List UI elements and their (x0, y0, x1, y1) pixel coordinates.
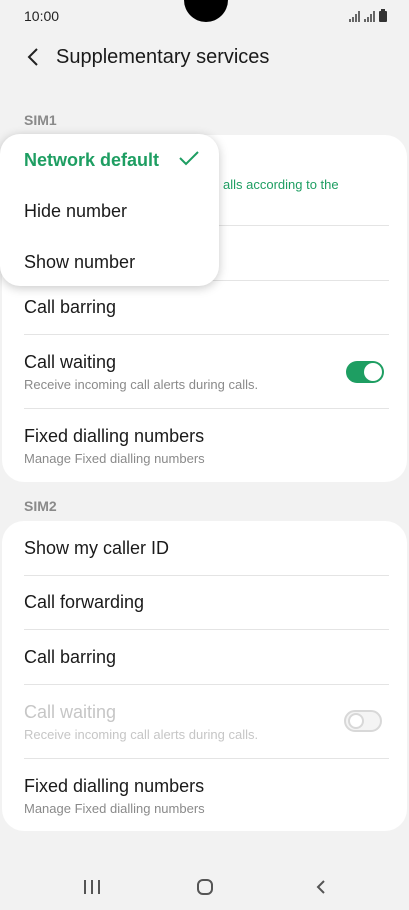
sim2-call-barring-label: Call barring (24, 647, 117, 667)
page-title: Supplementary services (56, 46, 270, 68)
sim1-fixed-dialling-item[interactable]: Fixed dialling numbers Manage Fixed dial… (24, 426, 383, 466)
divider (24, 684, 389, 685)
sim1-call-barring-label: Call barring (24, 297, 117, 317)
battery-icon (379, 9, 387, 22)
sim1-caller-id-subtitle-fragment: alls according to the (223, 177, 339, 192)
sim2-fixed-dialling-subtitle: Manage Fixed dialling numbers (24, 801, 205, 816)
caller-id-popup-menu: Network default Hide number Show number (0, 134, 219, 286)
toggle-knob (364, 363, 382, 381)
navigation-bar (0, 860, 409, 910)
sim2-call-waiting-item[interactable]: Call waiting Receive incoming call alert… (24, 702, 383, 742)
sim2-show-caller-id-label: Show my caller ID (24, 538, 170, 558)
sim2-section-label: SIM2 (24, 498, 57, 514)
divider (24, 575, 389, 576)
sim2-call-waiting-toggle[interactable] (344, 710, 382, 732)
sim2-call-barring-item[interactable]: Call barring (24, 647, 383, 668)
sim2-call-forwarding-label: Call forwarding (24, 592, 145, 612)
recent-apps-icon (84, 880, 100, 894)
home-icon (197, 879, 213, 895)
sim1-call-waiting-subtitle: Receive incoming call alerts during call… (24, 377, 259, 392)
divider (24, 758, 389, 759)
sim2-card: Show my caller ID Call forwarding Call b… (2, 521, 407, 831)
sim2-call-forwarding-item[interactable]: Call forwarding (24, 592, 383, 613)
option-show-number[interactable]: Show number (24, 252, 135, 273)
sim1-section-label: SIM1 (24, 112, 57, 128)
app-header: Supplementary services (0, 36, 409, 80)
camera-notch (184, 0, 228, 22)
status-icons (349, 9, 387, 22)
signal-sim2-icon (364, 11, 375, 22)
sim1-fixed-dialling-subtitle: Manage Fixed dialling numbers (24, 451, 205, 466)
divider (24, 629, 389, 630)
sim2-show-caller-id-item[interactable]: Show my caller ID (24, 538, 383, 559)
sim1-call-waiting-label: Call waiting (24, 352, 117, 372)
status-bar: 10:00 (0, 0, 409, 30)
checkmark-icon (179, 151, 199, 166)
sim2-call-waiting-subtitle: Receive incoming call alerts during call… (24, 727, 259, 742)
sim2-call-waiting-label: Call waiting (24, 702, 117, 722)
nav-back-button[interactable] (312, 876, 330, 898)
back-button[interactable] (18, 42, 48, 72)
back-arrow-icon (27, 48, 38, 66)
back-icon (316, 880, 325, 894)
sim2-fixed-dialling-item[interactable]: Fixed dialling numbers Manage Fixed dial… (24, 776, 383, 816)
toggle-knob (348, 713, 364, 729)
option-network-default[interactable]: Network default (24, 150, 159, 171)
divider (24, 334, 389, 335)
option-hide-number[interactable]: Hide number (24, 201, 127, 222)
status-time: 10:00 (24, 8, 60, 24)
sim1-call-waiting-toggle[interactable] (346, 361, 384, 383)
divider (24, 408, 389, 409)
sim1-call-waiting-item[interactable]: Call waiting Receive incoming call alert… (24, 352, 383, 392)
signal-sim1-icon (349, 11, 360, 22)
home-button[interactable] (194, 876, 216, 898)
sim1-fixed-dialling-label: Fixed dialling numbers (24, 426, 205, 446)
sim2-fixed-dialling-label: Fixed dialling numbers (24, 776, 205, 796)
recent-apps-button[interactable] (82, 876, 102, 898)
sim1-call-barring-item[interactable]: Call barring (24, 297, 383, 318)
